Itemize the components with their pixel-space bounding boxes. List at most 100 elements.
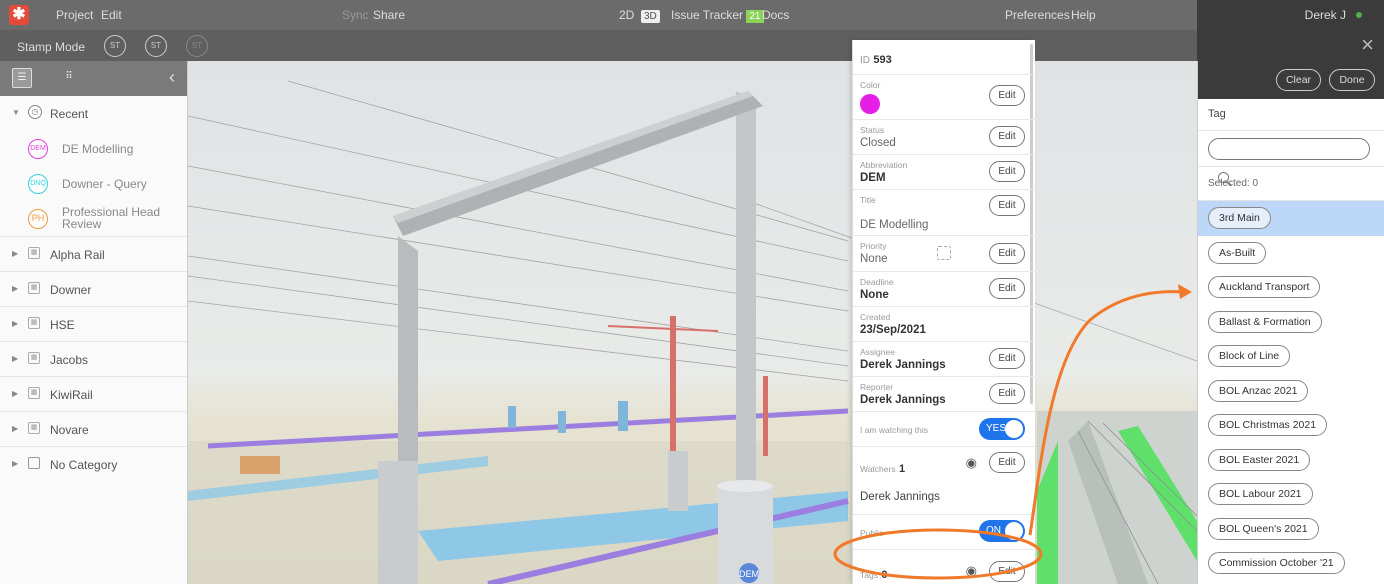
tag-list-item[interactable]: As-Built — [1198, 236, 1384, 271]
view-2d-button[interactable]: 2D — [619, 8, 634, 22]
expand-right-icon: ▶ — [12, 459, 19, 468]
search-icon — [1218, 172, 1229, 183]
tag-chip: Ballast & Formation — [1208, 310, 1322, 333]
issue-tracker-menu[interactable]: Issue Tracker 21 — [671, 8, 764, 23]
tree-category[interactable]: ▶ No Category — [0, 447, 187, 482]
stamp-group-icon: ▦ — [28, 282, 40, 294]
public-toggle[interactable]: ON — [979, 520, 1025, 542]
expand-right-icon: ▶ — [12, 354, 19, 363]
tree-category[interactable]: ▶ ▦ Alpha Rail — [0, 237, 187, 272]
category-label: Alpha Rail — [50, 248, 105, 262]
online-status-icon — [1356, 12, 1362, 18]
stamp-group-icon: ▦ — [28, 387, 40, 399]
tag-list-item[interactable]: BOL Labour 2021 — [1198, 477, 1384, 512]
edit-title-button[interactable]: Edit — [989, 195, 1025, 216]
tags-label: Tags — [860, 570, 878, 580]
menu-project[interactable]: Project — [56, 8, 93, 22]
public-toggle-label: ON — [986, 525, 1001, 536]
view-3d-button[interactable]: 3D — [641, 8, 660, 23]
stamp-group-icon: ▦ — [28, 422, 40, 434]
reporter-row: Reporter Derek Jannings Edit — [853, 377, 1035, 412]
stamp-add-icon[interactable]: ST — [104, 35, 126, 57]
watchers-row: Watchers 1 ◉ Edit Derek Jannings — [853, 447, 1035, 515]
category-sidebar: ☰ ⠿ ‹ ▼ ◷ Recent DEM DE Modelling DNQ Do… — [0, 61, 188, 584]
id-label: ID — [860, 55, 870, 66]
close-icon[interactable]: × — [1361, 34, 1374, 56]
watching-toggle[interactable]: YES — [979, 418, 1025, 440]
tree-category[interactable]: ▶ ▦ Jacobs — [0, 342, 187, 377]
tag-list-item[interactable]: BOL Christmas 2021 — [1198, 408, 1384, 443]
watchers-label: Watchers — [860, 464, 896, 474]
edit-watchers-button[interactable]: Edit — [989, 452, 1025, 473]
edit-status-button[interactable]: Edit — [989, 126, 1025, 147]
menu-edit[interactable]: Edit — [101, 8, 122, 22]
watching-row: I am watching this YES — [853, 412, 1035, 447]
assignee-row: Assignee Derek Jannings Edit — [853, 342, 1035, 377]
tag-list-item[interactable]: BOL Anzac 2021 — [1198, 374, 1384, 409]
title-value: DE Modelling — [860, 219, 929, 231]
menu-help[interactable]: Help — [1071, 8, 1096, 22]
edit-color-button[interactable]: Edit — [989, 85, 1025, 106]
3d-viewport[interactable]: DEM — [188, 61, 1197, 584]
tree-category[interactable]: ▶ ▦ HSE — [0, 307, 187, 342]
stamp-disabled-icon: ST — [186, 35, 208, 57]
public-row: Public ON — [853, 515, 1035, 550]
eye-icon[interactable]: ◉ — [966, 455, 977, 471]
recent-item[interactable]: DEM DE Modelling — [0, 131, 187, 166]
collapse-chevron-icon[interactable]: ‹ — [169, 67, 175, 88]
edit-reporter-button[interactable]: Edit — [989, 383, 1025, 404]
stamp-move-icon[interactable]: ST — [145, 35, 167, 57]
tree-category[interactable]: ▶ ▦ KiwiRail — [0, 377, 187, 412]
tree-category[interactable]: ▶ ▦ Downer — [0, 272, 187, 307]
edit-tags-button[interactable]: Edit — [989, 561, 1025, 582]
edit-assignee-button[interactable]: Edit — [989, 348, 1025, 369]
user-name[interactable]: Derek J — [1305, 8, 1346, 22]
tag-list-item[interactable]: Auckland Transport — [1198, 270, 1384, 305]
tag-list-item[interactable]: BOL Easter 2021 — [1198, 443, 1384, 478]
tag-chip: As-Built — [1208, 241, 1267, 264]
stamp-dnq-icon: DNQ — [28, 174, 48, 194]
tag-chip: 3rd Main — [1208, 207, 1271, 229]
menu-share[interactable]: Share — [373, 8, 405, 22]
tag-actions-bar: Clear Done — [1198, 61, 1384, 99]
expand-right-icon: ▶ — [12, 249, 19, 258]
priority-icon — [937, 246, 951, 260]
tag-list-item[interactable]: 3rd Main — [1198, 201, 1384, 236]
tag-list-item[interactable]: Ballast & Formation — [1198, 305, 1384, 340]
category-label: Novare — [50, 423, 89, 437]
recent-item[interactable]: PH Professional Head Review — [0, 201, 187, 236]
tag-chip: BOL Easter 2021 — [1208, 448, 1311, 471]
edit-priority-button[interactable]: Edit — [989, 243, 1025, 264]
edit-deadline-button[interactable]: Edit — [989, 278, 1025, 299]
created-row: Created 23/Sep/2021 — [853, 307, 1035, 342]
menu-preferences[interactable]: Preferences — [1005, 8, 1070, 22]
top-menu-bar: ✱ Project Edit Sync Share 2D 3D Issue Tr… — [0, 0, 1197, 30]
clear-button[interactable]: Clear — [1276, 69, 1321, 91]
tree-category[interactable]: ▶ ▦ Novare — [0, 412, 187, 447]
eye-icon[interactable]: ◉ — [966, 563, 977, 579]
tree-recent[interactable]: ▼ ◷ Recent — [0, 96, 187, 131]
issue-count-badge: 21 — [746, 10, 764, 23]
sidebar-header: ☰ ⠿ ‹ — [0, 61, 187, 96]
menu-docs[interactable]: Docs — [762, 8, 789, 22]
edit-abbreviation-button[interactable]: Edit — [989, 161, 1025, 182]
tag-chip: BOL Anzac 2021 — [1208, 379, 1309, 402]
expand-right-icon: ▶ — [12, 424, 19, 433]
empty-box-icon — [28, 457, 40, 469]
list-view-icon[interactable]: ☰ — [12, 68, 32, 88]
tag-list-item[interactable]: Block of Line — [1198, 339, 1384, 374]
done-button[interactable]: Done — [1329, 69, 1375, 91]
category-label: KiwiRail — [50, 388, 93, 402]
issue-marker[interactable]: DEM — [739, 569, 759, 579]
app-logo-icon[interactable]: ✱ — [9, 5, 29, 25]
tag-list-item[interactable]: BOL Queen's 2021 — [1198, 512, 1384, 547]
grid-view-icon[interactable]: ⠿ — [59, 68, 79, 88]
title-row: Title DE Modelling Edit — [853, 190, 1035, 236]
tag-search-input[interactable] — [1208, 138, 1370, 160]
category-label: Jacobs — [50, 353, 89, 367]
status-row: Status Closed Edit — [853, 120, 1035, 155]
recent-item-label: Downer - Query — [62, 177, 147, 191]
tag-list-item[interactable]: Commission October '21 — [1198, 546, 1384, 581]
recent-item[interactable]: DNQ Downer - Query — [0, 166, 187, 201]
menu-sync: Sync — [342, 8, 369, 22]
